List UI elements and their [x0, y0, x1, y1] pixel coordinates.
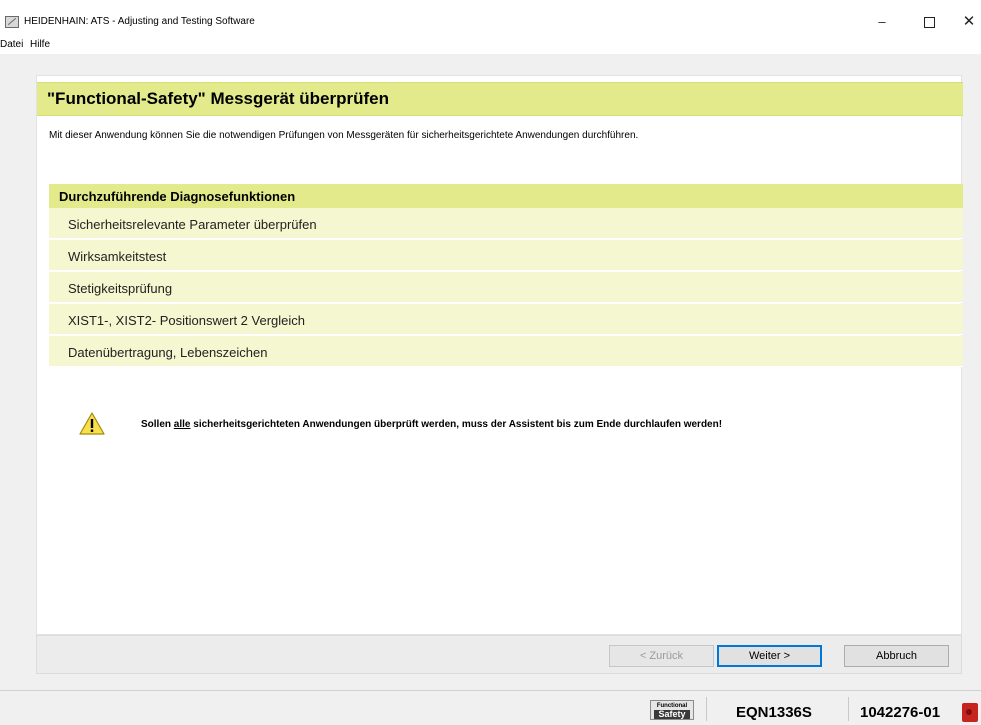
intro-text: Mit dieser Anwendung können Sie die notw… — [49, 130, 639, 141]
serial-number: 1042276-01 — [860, 704, 941, 721]
back-button[interactable]: < Zurück — [609, 645, 714, 667]
warning-icon — [79, 412, 105, 435]
diagnostic-item-label: Datenübertragung, Lebenszeichen — [68, 345, 268, 360]
diagnostic-item: Sicherheitsrelevante Parameter überprüfe… — [49, 208, 963, 239]
maximize-icon — [923, 17, 935, 29]
warning-text-emphasis: alle — [173, 419, 191, 430]
maximize-button[interactable] — [914, 10, 944, 34]
status-divider — [706, 697, 707, 721]
menu-datei[interactable]: Datei — [0, 39, 23, 50]
app-icon — [5, 16, 19, 28]
diagnostic-item-label: Wirksamkeitstest — [68, 249, 167, 264]
diagnostic-item: Datenübertragung, Lebenszeichen — [49, 336, 963, 367]
device-name: EQN1336S — [736, 704, 812, 721]
menu-hilfe[interactable]: Hilfe — [30, 39, 50, 50]
status-divider — [848, 697, 849, 721]
diagnostic-item: Stetigkeitsprüfung — [49, 272, 963, 303]
connection-status-icon[interactable] — [962, 703, 978, 722]
status-bar: Functional Safety EQN1336S 1042276-01 — [0, 690, 981, 725]
wizard-page: "Functional-Safety" Messgerät überprüfen… — [36, 75, 963, 635]
minimize-button[interactable]: – — [867, 10, 897, 34]
functional-safety-badge: Functional Safety — [650, 700, 694, 720]
diagnostics-header-label: Durchzuführende Diagnosefunktionen — [59, 189, 296, 204]
menu-bar: Datei Hilfe — [0, 36, 981, 54]
diagnostic-item-label: Stetigkeitsprüfung — [68, 281, 173, 296]
diagnostics-header: Durchzuführende Diagnosefunktionen — [49, 184, 963, 208]
diagnostic-item-label: Sicherheitsrelevante Parameter überprüfe… — [68, 217, 317, 232]
next-button[interactable]: Weiter > — [717, 645, 822, 667]
diagnostic-item: Wirksamkeitstest — [49, 240, 963, 271]
button-bar: < Zurück Weiter > Abbruch — [36, 635, 962, 674]
title-bar: HEIDENHAIN: ATS - Adjusting and Testing … — [0, 0, 981, 36]
warning-text-after: sicherheitsgerichteten Anwendungen überp… — [190, 419, 723, 430]
warning-text-before: Sollen — [141, 419, 174, 430]
page-title: "Functional-Safety" Messgerät überprüfen — [47, 89, 390, 108]
diagnostic-item: XIST1-, XIST2- Positionswert 2 Vergleich — [49, 304, 963, 335]
window-title: HEIDENHAIN: ATS - Adjusting and Testing … — [24, 16, 255, 27]
badge-line2: Safety — [654, 710, 690, 719]
diagnostic-item-label: XIST1-, XIST2- Positionswert 2 Vergleich — [68, 313, 305, 328]
cancel-button[interactable]: Abbruch — [844, 645, 949, 667]
close-button[interactable]: ✕ — [954, 10, 981, 34]
warning-message: Sollen alle sicherheitsgerichteten Anwen… — [141, 419, 722, 430]
heading-band: "Functional-Safety" Messgerät überprüfen — [37, 82, 963, 116]
